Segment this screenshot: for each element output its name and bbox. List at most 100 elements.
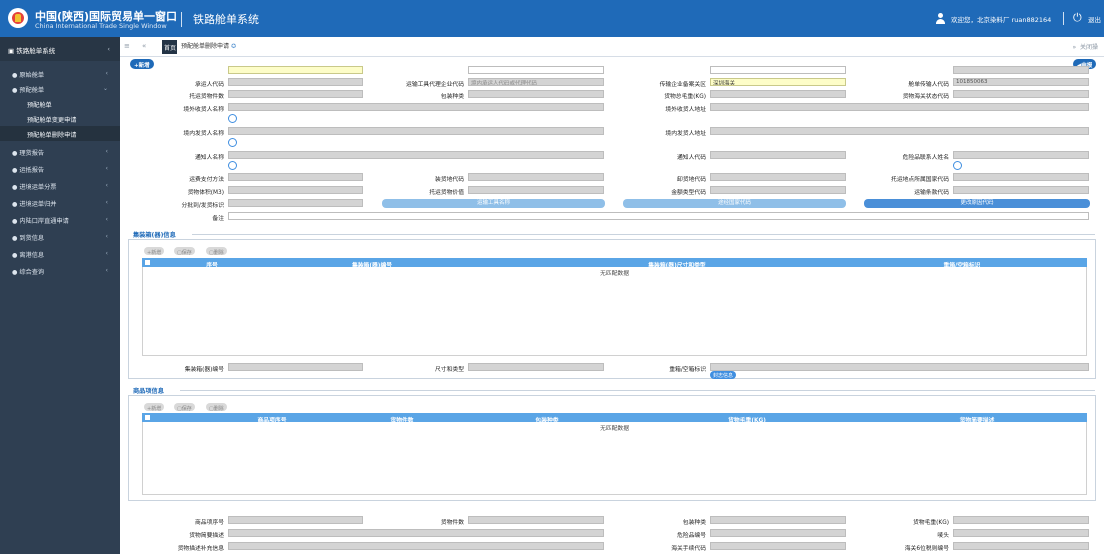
goods-count-field[interactable] — [468, 516, 604, 524]
consign-country-field[interactable] — [953, 173, 1089, 181]
customs-procedure-field[interactable] — [710, 542, 846, 550]
empty-message: 无匹配数据 — [600, 426, 629, 432]
remark-field[interactable] — [228, 212, 1089, 220]
sidebar-item-waybill-merge[interactable]: ● 进境运单归并 ‹ — [0, 195, 120, 210]
chevron-left-icon: ‹ — [107, 45, 110, 53]
goods-weight-field[interactable] — [953, 516, 1089, 524]
goods-section-title: 商品项信息 — [133, 388, 164, 395]
sidebar-item-original-manifest[interactable]: ● 原始舱单 ‹ — [0, 66, 120, 81]
add-contact-icon[interactable] — [228, 114, 237, 123]
domestic-shipper-name-field[interactable] — [228, 127, 604, 135]
chevron-left-icon: ‹ — [105, 233, 108, 240]
add-contact-icon[interactable] — [953, 161, 962, 170]
container-add-button[interactable]: +新增 — [144, 247, 165, 256]
section-divider — [180, 390, 1095, 391]
close-tab-icon[interactable]: ✪ — [231, 43, 236, 50]
transmitter-code-field[interactable]: 101850063 — [953, 78, 1089, 86]
logo-subtitle: China International Trade Single Window — [35, 22, 167, 30]
goods-value-field[interactable] — [468, 186, 604, 194]
waybill-no-field[interactable] — [468, 66, 604, 74]
dangerous-no-field[interactable] — [710, 529, 846, 537]
goods-delete-button[interactable]: ▢删除 — [206, 403, 227, 412]
dangerous-contact-field[interactable] — [953, 151, 1089, 159]
sidebar-item-query[interactable]: ● 综合查询 ‹ — [0, 263, 120, 278]
label-domestic-shipper-name: 境内发货人名称 — [183, 131, 224, 137]
add-contact-icon[interactable] — [228, 161, 237, 170]
currency-type-field[interactable] — [710, 186, 846, 194]
hs-code-field[interactable] — [953, 542, 1089, 550]
customs-area-field[interactable]: 深圳海关 — [710, 78, 846, 86]
sidebar-item-waybill-split[interactable]: ● 进境运单分票 ‹ — [0, 178, 120, 193]
menu-icon[interactable]: ≡ — [124, 42, 130, 50]
power-icon[interactable]: ⏻ — [1073, 12, 1082, 23]
batch-flag-field[interactable] — [228, 199, 363, 207]
carrier-code-field[interactable] — [228, 78, 363, 86]
goods-package-field[interactable] — [710, 516, 846, 524]
package-count-field[interactable] — [228, 90, 363, 98]
container-no-field[interactable] — [228, 363, 363, 371]
unloading-place-field[interactable] — [710, 173, 846, 181]
customs-status-field[interactable] — [953, 90, 1089, 98]
package-type-field[interactable] — [468, 90, 604, 98]
transit-country-button[interactable]: 途经国家代码 — [623, 199, 846, 208]
sidebar-item-label: 预配舱单变更申请 — [27, 117, 77, 124]
goods-desc-field[interactable] — [228, 529, 604, 537]
goods-save-button[interactable]: ▢保存 — [174, 403, 195, 412]
select-all-checkbox[interactable] — [145, 415, 150, 420]
welcome-text: 欢迎您，北京染料厂 ruan882164 — [951, 16, 1052, 24]
close-operations[interactable]: » 关闭操 — [1072, 42, 1098, 51]
full-empty-field[interactable] — [710, 363, 1089, 371]
add-new-button[interactable]: +新增 — [130, 59, 154, 69]
domestic-shipper-address-field[interactable] — [710, 127, 1089, 135]
button-label: 新增 — [151, 249, 162, 256]
departure-time-field[interactable] — [710, 66, 846, 74]
tab-home[interactable]: 首页 — [162, 40, 177, 54]
header-divider — [181, 12, 182, 27]
sidebar-subitem-change-request[interactable]: 预配舱单变更申请 — [0, 111, 120, 126]
label-package-type: 包装种类 — [440, 94, 464, 100]
select-all-checkbox[interactable] — [145, 260, 150, 265]
label-unloading-place: 卸货地代码 — [677, 177, 706, 183]
transport-id-field[interactable] — [953, 66, 1089, 74]
sidebar-item-preconfig-manifest[interactable]: ● 预配舱单 ⌄ — [0, 81, 120, 96]
transport-name-button[interactable]: 运输工具名称 — [382, 199, 605, 208]
freight-payment-field[interactable] — [228, 173, 363, 181]
logout-link[interactable]: 退出 — [1088, 14, 1101, 24]
scroll-left-icon[interactable]: « — [142, 42, 146, 50]
label-batch-flag: 分批到/发货标识 — [181, 203, 224, 209]
foreign-consignee-address-field[interactable] — [710, 103, 1089, 111]
sidebar-item-label: 原始舱单 — [19, 72, 45, 79]
container-save-button[interactable]: ▢保存 — [174, 247, 195, 256]
container-delete-button[interactable]: ▢删除 — [206, 247, 227, 256]
change-reason-button[interactable]: 更改原因代码 — [864, 199, 1090, 208]
sidebar-system-header[interactable]: ▣ 铁路舱单系统 ‹ — [0, 37, 120, 61]
foreign-consignee-name-field[interactable] — [228, 103, 604, 111]
gross-weight-field[interactable] — [710, 90, 846, 98]
tab-delete-request[interactable]: 预配舱单删除申请 ✪ — [181, 41, 236, 50]
size-type-field[interactable] — [468, 363, 604, 371]
agent-code-field[interactable]: 境内承运人代码或代理代码 — [468, 78, 604, 86]
sidebar-item-inland-port[interactable]: ● 内陆口岸直通申请 ‹ — [0, 212, 120, 227]
sidebar-item-arrival-info[interactable]: ● 到货信息 ‹ — [0, 229, 120, 244]
notify-code-field[interactable] — [710, 151, 846, 159]
volume-field[interactable] — [228, 186, 363, 194]
transport-terms-field[interactable] — [953, 186, 1089, 194]
sidebar: ▣ 铁路舱单系统 ‹ ● 原始舱单 ‹ ● 预配舱单 ⌄ 预配舱单 预配舱单变更申请… — [0, 37, 120, 554]
goods-seq-field[interactable] — [228, 516, 363, 524]
sidebar-item-departure-info[interactable]: ● 离港信息 ‹ — [0, 246, 120, 261]
sidebar-item-label: 进境运单分票 — [19, 184, 57, 191]
goods-add-button[interactable]: +新增 — [144, 403, 165, 412]
marks-field[interactable] — [953, 529, 1089, 537]
goods-extra-field[interactable] — [228, 542, 604, 550]
notify-name-field[interactable] — [228, 151, 604, 159]
seal-info-button[interactable]: 封志信息 — [710, 371, 737, 379]
sidebar-subitem-delete-request[interactable]: 预配舱单删除申请 — [0, 126, 120, 141]
sidebar-subitem-preconfig[interactable]: 预配舱单 — [0, 96, 120, 111]
loading-place-field[interactable] — [468, 173, 604, 181]
add-contact-icon[interactable] — [228, 138, 237, 147]
sidebar-item-tally-report[interactable]: ● 理货报告 ‹ — [0, 144, 120, 159]
label-customs-status: 货物海关状态代码 — [902, 94, 949, 100]
sidebar-item-arrival-report[interactable]: ● 运抵报告 ‹ — [0, 161, 120, 176]
consignor-code-field[interactable] — [228, 66, 363, 74]
chevron-left-icon: ‹ — [105, 250, 108, 257]
